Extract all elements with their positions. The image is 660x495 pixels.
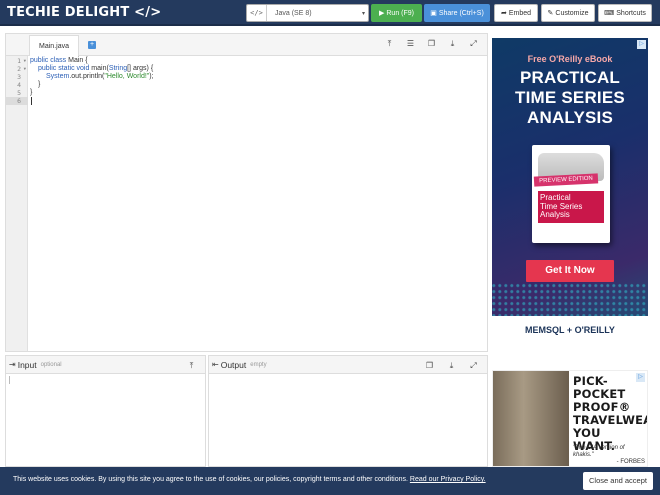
output-panel: ⇤ Output empty ❐ ⤓ ⤢: [208, 355, 488, 467]
download-icon[interactable]: ⤓: [446, 360, 457, 371]
cookie-message: This website uses cookies. By using this…: [13, 476, 486, 483]
customize-button[interactable]: ✎ Customize: [541, 4, 595, 22]
ad-headline: PRACTICAL TIME SERIES ANALYSIS: [515, 68, 625, 127]
input-toolbar: ⤒: [186, 360, 197, 371]
line-number-active: 6: [6, 97, 28, 105]
edit-icon: ✎: [547, 10, 554, 17]
upload-icon[interactable]: ⤒: [186, 360, 197, 371]
sign-in-icon: ⇥: [9, 360, 16, 369]
ad-banner-ebook[interactable]: ▷ Free O'Reilly eBook PRACTICAL TIME SER…: [492, 38, 648, 346]
play-icon: ▶: [378, 10, 385, 17]
customize-label: Customize: [555, 9, 589, 17]
shortcuts-button[interactable]: ⌨ Shortcuts: [598, 4, 652, 22]
book-cover-image: PREVIEW EDITION Practical Time Series An…: [532, 145, 610, 243]
sign-out-icon: ⇤: [212, 360, 219, 369]
code-icon: </>: [247, 5, 267, 21]
decorative-dots: [492, 282, 648, 318]
editor-tab-bar: Main.java + ⤒ ☰ ❐ ⤓ ⤢: [6, 34, 487, 56]
fold-icon[interactable]: ▼: [24, 57, 26, 65]
code-line: }: [38, 81, 41, 88]
shortcuts-label: Shortcuts: [616, 9, 646, 17]
expand-icon[interactable]: ⤢: [468, 360, 479, 371]
keyboard-icon: ⌨: [604, 10, 615, 17]
line-number: 1 ▼: [17, 57, 26, 65]
chevron-down-icon: ▾: [361, 10, 365, 17]
copy-icon[interactable]: ❐: [426, 38, 437, 49]
tab-main-java[interactable]: Main.java: [29, 35, 79, 56]
save-icon: ▣: [430, 10, 437, 17]
close-and-accept-button[interactable]: Close and accept: [583, 472, 653, 490]
language-value: Java (SE 8): [275, 9, 312, 17]
input-header: ⇥ Input optional ⤒: [6, 356, 205, 374]
output-toolbar: ❐ ⤓ ⤢: [424, 360, 479, 371]
download-icon[interactable]: ⤓: [447, 38, 458, 49]
get-it-now-button[interactable]: Get It Now: [526, 260, 614, 282]
share-button[interactable]: ▣ Share (Ctrl+S): [424, 4, 490, 22]
code-line: public static void main(String[] args) {: [38, 65, 154, 72]
privacy-policy-link[interactable]: Read our Privacy Policy.: [410, 476, 486, 483]
output-title: Output: [220, 359, 247, 370]
upload-icon[interactable]: ⤒: [384, 38, 395, 49]
ad-banner-travelwear[interactable]: ▷ PICK-POCKET PROOF® TRAVELWEAR YOU WANT…: [492, 370, 648, 467]
language-select[interactable]: </> Java (SE 8) ▾: [246, 4, 369, 22]
text-cursor: [31, 97, 32, 105]
ad-quote: "The CIA version of khakis." - FORBES: [573, 445, 645, 465]
editor-toolbar: ⤒ ☰ ❐ ⤓ ⤢: [384, 38, 479, 49]
code-line: public class Main {: [30, 57, 88, 64]
run-label: Run (F9): [386, 9, 414, 17]
input-subtitle: optional: [40, 361, 62, 368]
expand-icon[interactable]: ⤢: [468, 38, 479, 49]
embed-button[interactable]: ➦ Embed: [494, 4, 538, 22]
ad-brand-logo: MEMSQL + O'REILLY: [525, 325, 615, 335]
line-number: 4: [17, 81, 21, 89]
input-title: Input: [17, 359, 37, 370]
share-arrow-icon: ➦: [500, 10, 507, 17]
code-line: }: [30, 89, 33, 96]
line-number: 3: [17, 73, 21, 81]
input-panel: ⇥ Input optional ⤒: [5, 355, 206, 467]
line-gutter: 1 ▼ 2 ▼ 3 4 5 6: [6, 56, 28, 351]
line-number: 2 ▼: [17, 65, 26, 73]
copy-icon[interactable]: ❐: [424, 360, 435, 371]
fold-icon[interactable]: ▼: [24, 65, 26, 73]
stdin-textarea[interactable]: [9, 376, 17, 384]
code-line: System.out.println("Hello, World!");: [46, 73, 154, 80]
code-editor: Main.java + ⤒ ☰ ❐ ⤓ ⤢ 1 ▼ 2 ▼ 3 4 5 6 publ…: [5, 33, 488, 352]
pants-photo: [493, 371, 569, 466]
site-logo[interactable]: TECHIE DELIGHT </>: [7, 5, 161, 20]
share-label: Share (Ctrl+S): [438, 9, 484, 17]
book-edition: PREVIEW EDITION: [533, 173, 599, 187]
top-bar: TECHIE DELIGHT </> </> Java (SE 8) ▾ ▶ R…: [0, 0, 660, 26]
cookie-banner: This website uses cookies. By using this…: [0, 467, 660, 495]
line-number: 5: [17, 89, 21, 97]
output-subtitle: empty: [250, 361, 267, 368]
format-icon[interactable]: ☰: [405, 38, 416, 49]
ad-choices-icon[interactable]: ▷: [637, 40, 646, 49]
embed-label: Embed: [508, 9, 532, 17]
run-button[interactable]: ▶ Run (F9): [371, 4, 422, 22]
add-tab-icon[interactable]: +: [88, 41, 96, 49]
book-title: Practical Time Series Analysis: [538, 191, 604, 223]
output-header: ⇤ Output empty ❐ ⤓ ⤢: [209, 356, 487, 374]
ad-free-text: Free O'Reilly eBook: [527, 54, 613, 64]
ad-travelwear-text: PICK-POCKET PROOF® TRAVELWEAR YOU WANT.: [573, 374, 647, 453]
